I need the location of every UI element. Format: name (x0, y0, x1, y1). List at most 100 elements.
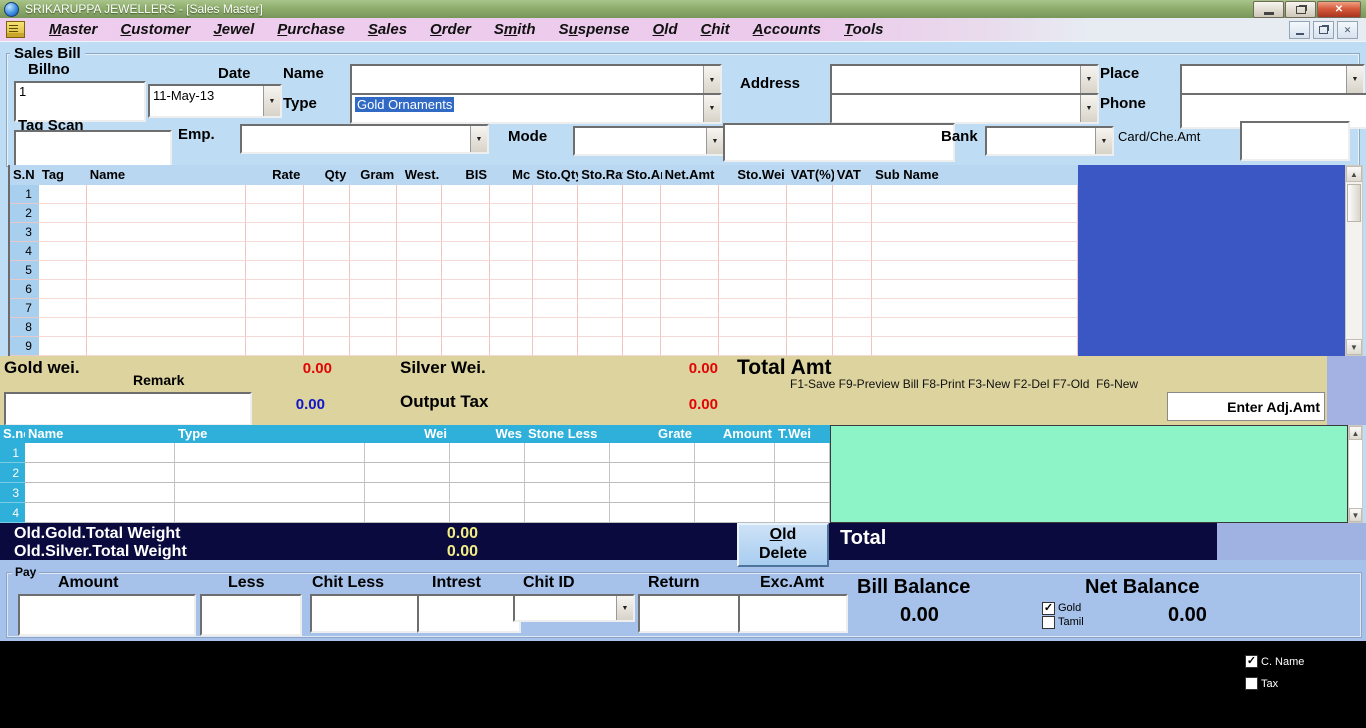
menu-item-sales[interactable]: Sales (368, 21, 407, 38)
items-grid-cell[interactable] (246, 261, 303, 280)
items-grid-cell[interactable] (623, 242, 661, 261)
items-grid-cell[interactable] (39, 185, 87, 204)
items-grid-cell[interactable] (304, 337, 350, 356)
items-grid-cell[interactable] (661, 185, 718, 204)
items-grid-cell[interactable] (490, 261, 533, 280)
items-grid-cell[interactable] (719, 223, 788, 242)
type-combo[interactable]: Gold Ornaments ▼ (350, 93, 722, 124)
old-grid-cell[interactable] (610, 443, 695, 463)
old-grid-cell[interactable] (25, 443, 175, 463)
items-grid-cell[interactable] (578, 261, 623, 280)
items-grid-cell[interactable] (578, 318, 623, 337)
old-grid-cell[interactable] (525, 503, 610, 523)
scroll-down-icon[interactable]: ▼ (1349, 508, 1362, 522)
items-grid-cell[interactable] (442, 261, 490, 280)
items-grid-cell[interactable] (578, 242, 623, 261)
items-grid-cell[interactable] (246, 185, 303, 204)
items-grid-cell[interactable] (87, 223, 247, 242)
mdi-minimize-button[interactable] (1289, 21, 1310, 39)
items-grid-cell[interactable] (578, 299, 623, 318)
items-grid-cell[interactable] (246, 318, 303, 337)
items-grid-cell[interactable] (533, 223, 578, 242)
menu-item-old[interactable]: Old (652, 21, 677, 38)
items-grid-cell[interactable] (661, 261, 718, 280)
old-grid-cell[interactable] (25, 503, 175, 523)
emp-combo[interactable]: ▼ (240, 124, 489, 154)
items-grid-cell[interactable] (719, 261, 788, 280)
items-grid-cell[interactable] (623, 299, 661, 318)
items-grid-cell[interactable] (350, 223, 398, 242)
items-grid-cell[interactable] (787, 223, 833, 242)
items-grid-cell[interactable] (833, 204, 871, 223)
items-grid-cell[interactable] (442, 185, 490, 204)
items-grid-cell[interactable] (350, 185, 398, 204)
old-grid-cell[interactable] (525, 483, 610, 503)
items-grid-cell[interactable] (833, 223, 871, 242)
remark-input[interactable] (4, 392, 252, 426)
items-grid-cell[interactable] (833, 337, 871, 356)
items-grid-cell[interactable] (87, 318, 247, 337)
items-grid-cell[interactable] (719, 204, 788, 223)
old-grid-cell[interactable] (25, 483, 175, 503)
items-grid-cell[interactable] (533, 204, 578, 223)
items-grid-cell[interactable] (490, 299, 533, 318)
items-grid-cell[interactable] (533, 318, 578, 337)
items-grid-cell[interactable] (442, 223, 490, 242)
items-grid-cell[interactable] (350, 280, 398, 299)
old-grid-cell[interactable] (175, 443, 365, 463)
old-grid-cell[interactable] (695, 463, 775, 483)
old-grid-cell[interactable] (775, 463, 830, 483)
items-grid-cell[interactable] (397, 318, 442, 337)
items-grid-cell[interactable] (490, 204, 533, 223)
items-grid-cell[interactable] (533, 337, 578, 356)
items-grid-cell[interactable] (872, 204, 1078, 223)
items-grid-cell[interactable] (578, 204, 623, 223)
items-grid-cell[interactable] (833, 261, 871, 280)
scrollbar-thumb[interactable] (1347, 184, 1361, 222)
items-grid-cell[interactable] (442, 299, 490, 318)
old-grid-cell[interactable] (695, 483, 775, 503)
items-grid-cell[interactable] (246, 280, 303, 299)
items-grid-cell[interactable] (442, 337, 490, 356)
items-grid-cell[interactable] (397, 299, 442, 318)
items-grid-cell[interactable] (787, 185, 833, 204)
old-grid-cell[interactable] (365, 503, 450, 523)
chevron-down-icon[interactable]: ▼ (1346, 66, 1363, 93)
place-combo[interactable]: ▼ (1180, 64, 1365, 95)
items-grid-cell[interactable] (304, 242, 350, 261)
items-grid-cell[interactable] (623, 185, 661, 204)
items-grid-cell[interactable] (397, 185, 442, 204)
chevron-down-icon[interactable]: ▼ (703, 95, 720, 122)
items-grid-cell[interactable] (533, 299, 578, 318)
items-grid-cell[interactable] (246, 223, 303, 242)
items-grid-cell[interactable] (304, 185, 350, 204)
old-grid-cell[interactable] (365, 443, 450, 463)
items-grid-cell[interactable] (661, 318, 718, 337)
items-grid-cell[interactable] (578, 280, 623, 299)
items-grid-cell[interactable] (661, 337, 718, 356)
old-grid-scrollbar[interactable]: ▲ ▼ (1348, 425, 1363, 523)
items-grid-cell[interactable] (304, 204, 350, 223)
items-grid-cell[interactable] (661, 242, 718, 261)
items-grid-cell[interactable] (533, 242, 578, 261)
menu-item-smith[interactable]: Smith (494, 21, 536, 38)
items-grid-cell[interactable] (397, 242, 442, 261)
items-grid-cell[interactable] (661, 204, 718, 223)
old-grid-cell[interactable] (175, 503, 365, 523)
chevron-down-icon[interactable]: ▼ (470, 126, 487, 152)
intrest-input[interactable] (417, 594, 521, 633)
items-grid-cell[interactable] (833, 318, 871, 337)
menu-item-master[interactable]: Master (49, 21, 97, 38)
items-grid-cell[interactable] (787, 318, 833, 337)
scroll-up-icon[interactable]: ▲ (1346, 166, 1362, 182)
items-grid-cell[interactable] (872, 242, 1078, 261)
items-grid-cell[interactable] (442, 204, 490, 223)
items-grid-cell[interactable] (350, 318, 398, 337)
chevron-down-icon[interactable]: ▼ (1080, 95, 1097, 122)
return-input[interactable] (638, 594, 746, 633)
items-grid-cell[interactable] (397, 204, 442, 223)
items-grid-cell[interactable] (533, 261, 578, 280)
items-grid-cell[interactable] (350, 337, 398, 356)
items-grid-cell[interactable] (246, 242, 303, 261)
items-grid-cell[interactable] (442, 318, 490, 337)
